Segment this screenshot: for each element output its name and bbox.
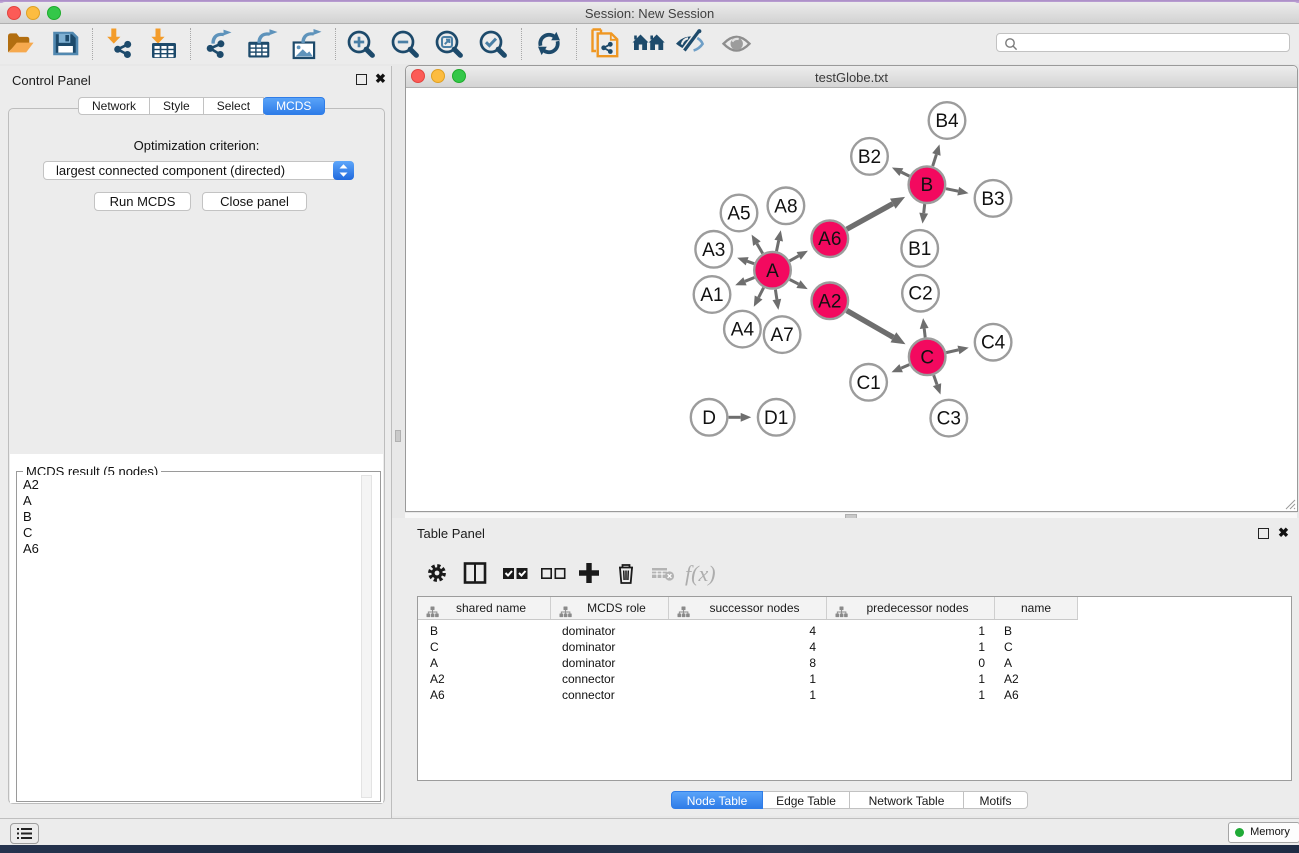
- svg-text:C1: C1: [856, 373, 880, 394]
- svg-text:B4: B4: [935, 111, 959, 132]
- svg-text:B: B: [921, 175, 934, 196]
- svg-text:A4: A4: [731, 320, 755, 341]
- svg-text:A3: A3: [702, 240, 725, 261]
- svg-text:A1: A1: [700, 285, 723, 306]
- svg-text:A2: A2: [818, 291, 841, 312]
- svg-text:B2: B2: [858, 147, 881, 168]
- svg-text:B1: B1: [908, 239, 931, 260]
- svg-text:D: D: [702, 408, 716, 429]
- svg-text:D1: D1: [764, 408, 788, 429]
- svg-text:A5: A5: [727, 204, 750, 225]
- svg-text:C3: C3: [937, 409, 961, 430]
- svg-text:A6: A6: [818, 229, 841, 250]
- svg-text:A8: A8: [774, 196, 797, 217]
- svg-text:C: C: [920, 347, 934, 368]
- svg-text:C4: C4: [981, 333, 1006, 354]
- svg-text:A: A: [766, 261, 779, 282]
- svg-text:C2: C2: [908, 284, 932, 305]
- svg-text:A7: A7: [770, 325, 793, 346]
- svg-text:B3: B3: [981, 189, 1004, 210]
